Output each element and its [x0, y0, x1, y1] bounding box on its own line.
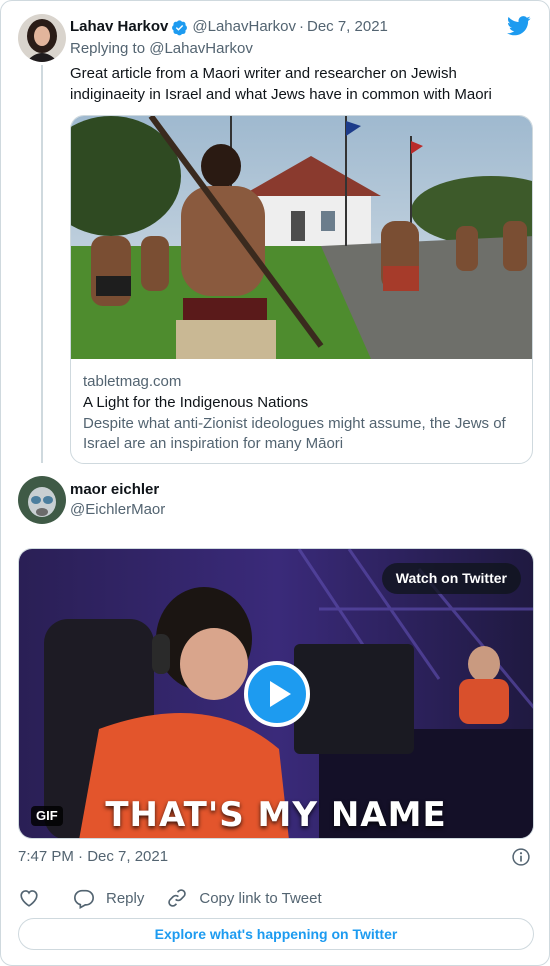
link-description: Despite what anti-Zionist ideologues mig…: [83, 415, 506, 452]
separator-dot: ·: [299, 18, 304, 35]
avatar-maor-eichler[interactable]: [18, 476, 66, 524]
link-preview-card[interactable]: tabletmag.com A Light for the Indigenous…: [70, 115, 533, 464]
gif-badge: GIF: [31, 806, 63, 826]
author-name[interactable]: Lahav Harkov: [70, 17, 168, 37]
link-domain: tabletmag.com: [83, 373, 182, 390]
avatar-lahav-harkov[interactable]: [18, 14, 66, 62]
watch-on-twitter-button[interactable]: Watch on Twitter: [381, 563, 521, 594]
heart-icon: [20, 890, 38, 907]
link-card-meta: tabletmag.com A Light for the Indigenous…: [83, 372, 523, 454]
author-name[interactable]: maor eichler: [70, 480, 165, 500]
copy-link-action[interactable]: Copy link to Tweet: [166, 887, 322, 909]
tweet-timestamp[interactable]: 7:47 PM · Dec 7, 2021: [18, 847, 168, 867]
reply-action[interactable]: Reply: [73, 887, 144, 909]
tweet1-header: Lahav Harkov @LahavHarkov · Dec 7, 2021: [70, 17, 388, 37]
author-handle[interactable]: @LahavHarkov: [192, 17, 296, 37]
link-title[interactable]: A Light for the Indigenous Nations: [83, 393, 523, 413]
tweet-actions: Reply Copy link to Tweet: [18, 885, 344, 911]
thread-connector-line: [41, 65, 43, 463]
gif-caption: THAT'S MY NAME: [105, 795, 447, 835]
tweet2-author: maor eichler @EichlerMaor: [70, 480, 165, 520]
gif-media[interactable]: Watch on Twitter THAT'S MY NAME GIF: [18, 548, 534, 839]
author-handle[interactable]: @EichlerMaor: [70, 500, 165, 520]
tweet1-text: Great article from a Maori writer and re…: [70, 65, 492, 103]
verified-badge-icon: [171, 19, 188, 36]
play-button[interactable]: [244, 661, 310, 727]
article-image: [71, 116, 532, 359]
link-icon: [168, 889, 187, 907]
tweet-date[interactable]: Dec 7, 2021: [307, 17, 388, 37]
play-icon: [270, 681, 291, 707]
twitter-bird-icon[interactable]: [507, 16, 531, 36]
speech-bubble-icon: [74, 889, 94, 909]
tweet-embed-card: Lahav Harkov @LahavHarkov · Dec 7, 2021 …: [0, 0, 550, 966]
replying-to-label[interactable]: Replying to @LahavHarkov: [70, 39, 253, 59]
copy-link-label: Copy link to Tweet: [199, 889, 322, 907]
reply-label: Reply: [106, 889, 145, 907]
explore-twitter-button[interactable]: Explore what's happening on Twitter: [18, 918, 534, 950]
info-icon[interactable]: [511, 847, 531, 867]
like-action[interactable]: [18, 887, 51, 909]
